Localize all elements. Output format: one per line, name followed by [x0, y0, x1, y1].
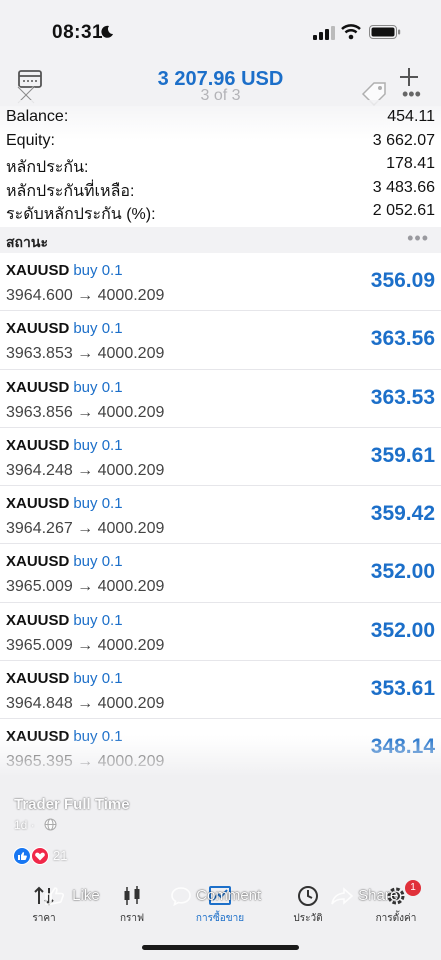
- more-options-icon[interactable]: •••: [402, 84, 421, 105]
- position-side: buy 0.1: [73, 670, 123, 688]
- position-symbol: XAUUSD: [6, 378, 70, 396]
- summary-row-equity: Equity: 3 662.07: [0, 130, 441, 154]
- fb-comment-button[interactable]: Comment: [170, 886, 262, 907]
- position-symbol: XAUUSD: [6, 495, 70, 513]
- position-symbol: XAUUSD: [6, 320, 70, 338]
- position-profit: 363.53: [370, 385, 435, 409]
- fb-like-button[interactable]: Like: [44, 886, 100, 906]
- position-row[interactable]: XAUUSD buy 0.1 3965.395 → 4000.209 348.14: [0, 719, 441, 778]
- position-symbol: XAUUSD: [6, 611, 70, 629]
- position-profit: 352.00: [370, 560, 435, 584]
- summary-value: 454.11: [387, 108, 435, 125]
- comment-icon: [171, 887, 191, 907]
- position-prices: 3963.853 → 4000.209: [6, 345, 165, 363]
- positions-section-header: สถานะ •••: [0, 227, 441, 253]
- position-row[interactable]: XAUUSD buy 0.1 3964.267 → 4000.209 359.42: [0, 486, 441, 545]
- account-summary: Balance: 454.11 Equity: 3 662.07 หลักประ…: [0, 106, 441, 224]
- position-profit: 348.14: [370, 735, 435, 759]
- home-indicator[interactable]: [142, 945, 299, 950]
- position-profit: 353.61: [370, 677, 435, 701]
- summary-value: 2 052.61: [372, 202, 435, 219]
- position-profit: 363.56: [370, 327, 435, 351]
- position-prices: 3965.009 → 4000.209: [6, 578, 165, 596]
- position-symbol: XAUUSD: [6, 436, 70, 454]
- tab-label: การตั้งค่า: [375, 913, 417, 924]
- reactions-count[interactable]: 21: [53, 848, 67, 863]
- tab-label: การซื้อขาย: [195, 913, 245, 924]
- position-symbol: XAUUSD: [6, 262, 70, 279]
- account-header: 3 207.96 USD 3 of 3 •••: [0, 62, 441, 108]
- position-row[interactable]: XAUUSD buy 0.1 3963.853 → 4000.209 363.56: [0, 311, 441, 370]
- status-bar: 08:31: [0, 0, 441, 62]
- summary-row-balance: Balance: 454.11: [0, 106, 441, 130]
- position-prices: 3965.009 → 4000.209: [6, 636, 165, 654]
- section-title: สถานะ: [6, 234, 48, 250]
- position-row[interactable]: XAUUSD buy 0.1 3964.248 → 4000.209 359.61: [0, 428, 441, 487]
- position-side: buy 0.1: [73, 320, 123, 338]
- fb-comment-label: Comment: [196, 886, 262, 904]
- position-prices: 3964.600 → 4000.209: [6, 287, 165, 304]
- summary-label: ระดับหลักประกัน (%):: [6, 206, 156, 223]
- position-profit: 352.00: [370, 618, 435, 642]
- position-profit: 359.42: [370, 502, 435, 526]
- summary-label: Balance:: [6, 108, 69, 125]
- position-side: buy 0.1: [73, 728, 123, 746]
- tab-label: ราคา: [32, 913, 56, 924]
- candlestick-icon: [124, 886, 140, 905]
- position-row[interactable]: XAUUSD buy 0.1 3965.009 → 4000.209 352.00: [0, 544, 441, 603]
- position-side: buy 0.1: [73, 262, 123, 279]
- position-symbol: XAUUSD: [6, 553, 70, 571]
- summary-value: 3 662.07: [372, 131, 435, 149]
- position-row[interactable]: XAUUSD buy 0.1 3964.848 → 4000.209 353.61: [0, 661, 441, 720]
- tab-label: ประวัติ: [293, 913, 323, 924]
- status-time: 08:31: [52, 22, 104, 43]
- fb-share-label: Share: [358, 886, 399, 904]
- position-prices: 3963.856 → 4000.209: [6, 403, 165, 421]
- summary-row-margin: หลักประกัน: 178.41: [0, 153, 441, 177]
- summary-value: 178.41: [386, 155, 435, 172]
- history-icon: [298, 886, 318, 906]
- share-icon: [331, 887, 354, 905]
- fb-post-time: 1d ·: [14, 818, 35, 832]
- position-side: buy 0.1: [73, 553, 123, 571]
- summary-row-margin-level: ระดับหลักประกัน (%): 2 052.61: [0, 200, 441, 224]
- wifi-icon: [341, 24, 361, 40]
- position-prices: 3964.848 → 4000.209: [6, 695, 165, 713]
- summary-row-free-margin: หลักประกันที่เหลือ: 3 483.66: [0, 177, 441, 201]
- thumbs-up-icon: [45, 887, 65, 905]
- signal-icon: [313, 26, 335, 40]
- tab-chart[interactable]: กราฟ: [88, 880, 176, 930]
- summary-label: Equity:: [6, 131, 55, 149]
- position-row[interactable]: XAUUSD buy 0.1 3965.009 → 4000.209 352.00: [0, 603, 441, 662]
- settings-notification-badge: 1: [405, 880, 421, 896]
- like-reaction-icon: [13, 847, 31, 865]
- position-symbol: XAUUSD: [6, 728, 70, 746]
- moon-icon: [101, 25, 113, 38]
- section-more-button[interactable]: •••: [407, 228, 429, 249]
- facebook-post-overlay: Trader Full Time 1d · 21: [0, 775, 441, 960]
- position-prices: 3964.248 → 4000.209: [6, 461, 165, 479]
- position-prices: 3964.267 → 4000.209: [6, 520, 165, 538]
- tab-label: กราฟ: [119, 913, 145, 924]
- position-row[interactable]: XAUUSD buy 0.1 3964.600 → 4000.209 356.09: [0, 253, 441, 312]
- position-row[interactable]: XAUUSD buy 0.1 3963.856 → 4000.209 363.53: [0, 370, 441, 428]
- battery-icon: [369, 25, 401, 39]
- position-prices: 3965.395 → 4000.209: [6, 753, 165, 771]
- globe-icon: [44, 818, 57, 831]
- position-symbol: XAUUSD: [6, 670, 70, 688]
- position-side: buy 0.1: [73, 495, 123, 513]
- tag-icon[interactable]: [360, 80, 388, 108]
- position-side: buy 0.1: [73, 436, 123, 454]
- position-profit: 356.09: [370, 269, 435, 292]
- position-profit: 359.61: [370, 443, 435, 467]
- fb-share-button[interactable]: Share: [330, 886, 398, 906]
- position-side: buy 0.1: [73, 611, 123, 629]
- fb-like-label: Like: [72, 886, 100, 904]
- position-side: buy 0.1: [73, 378, 123, 396]
- summary-value: 3 483.66: [372, 178, 435, 196]
- love-reaction-icon: [31, 847, 49, 865]
- positions-list: XAUUSD buy 0.1 3964.600 → 4000.209 356.09…: [0, 253, 441, 778]
- fb-page-name[interactable]: Trader Full Time: [14, 796, 130, 813]
